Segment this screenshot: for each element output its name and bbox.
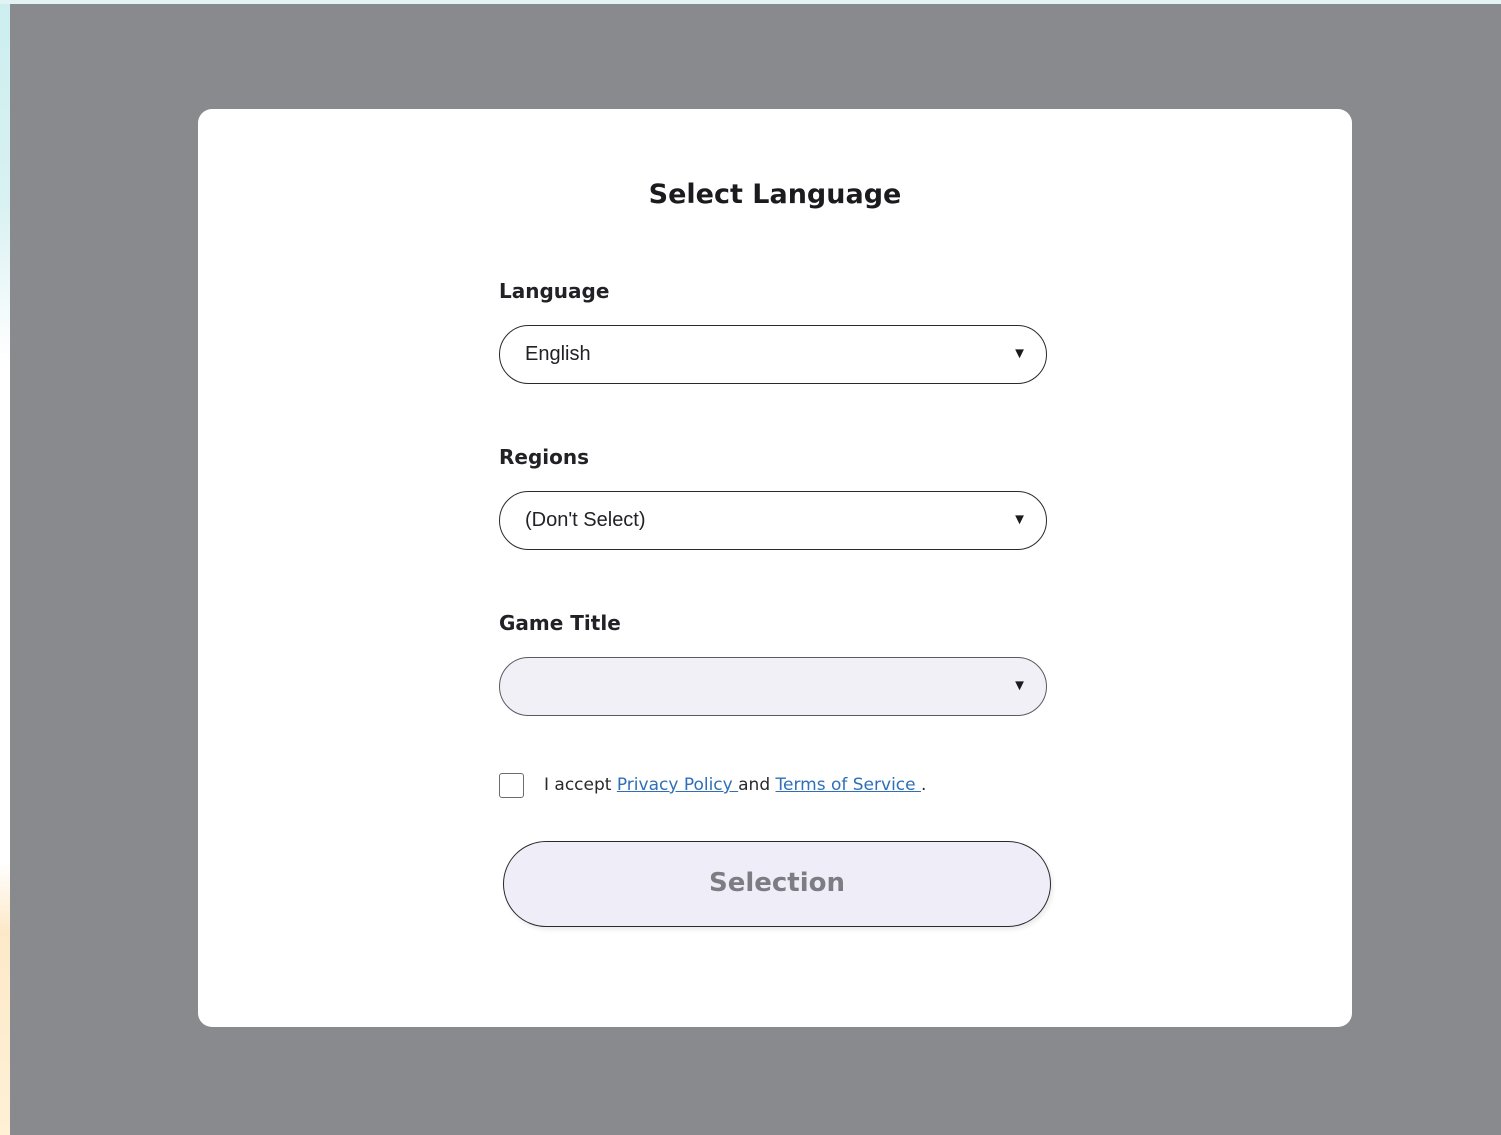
terms-of-service-link[interactable]: Terms of Service — [776, 775, 922, 795]
game-title-label: Game Title — [499, 611, 621, 635]
consent-prefix: I accept — [544, 775, 617, 795]
caret-down-icon: ▼ — [1012, 345, 1027, 362]
dialog-title: Select Language — [648, 179, 902, 210]
modal-overlay: Select Language Language English ▼ Regio… — [10, 4, 1501, 1135]
consent-conjunction: and — [738, 775, 776, 795]
consent-suffix: . — [921, 775, 927, 795]
privacy-policy-link[interactable]: Privacy Policy — [617, 775, 738, 795]
language-select[interactable]: English ▼ — [499, 325, 1047, 384]
regions-select[interactable]: (Don't Select) ▼ — [499, 491, 1047, 550]
language-dialog: Select Language Language English ▼ Regio… — [198, 109, 1352, 1027]
language-select-value: English — [525, 343, 591, 365]
regions-label: Regions — [499, 445, 590, 469]
language-label: Language — [499, 279, 610, 303]
caret-down-icon: ▼ — [1012, 511, 1027, 528]
caret-down-icon: ▼ — [1012, 677, 1027, 694]
game-title-select[interactable]: ▼ — [499, 657, 1047, 716]
regions-select-value: (Don't Select) — [525, 509, 646, 531]
selection-button[interactable]: Selection — [503, 841, 1051, 927]
page-background — [0, 0, 10, 1135]
consent-text: I accept Privacy Policy and Terms of Ser… — [544, 775, 926, 795]
accept-checkbox[interactable] — [499, 773, 524, 798]
